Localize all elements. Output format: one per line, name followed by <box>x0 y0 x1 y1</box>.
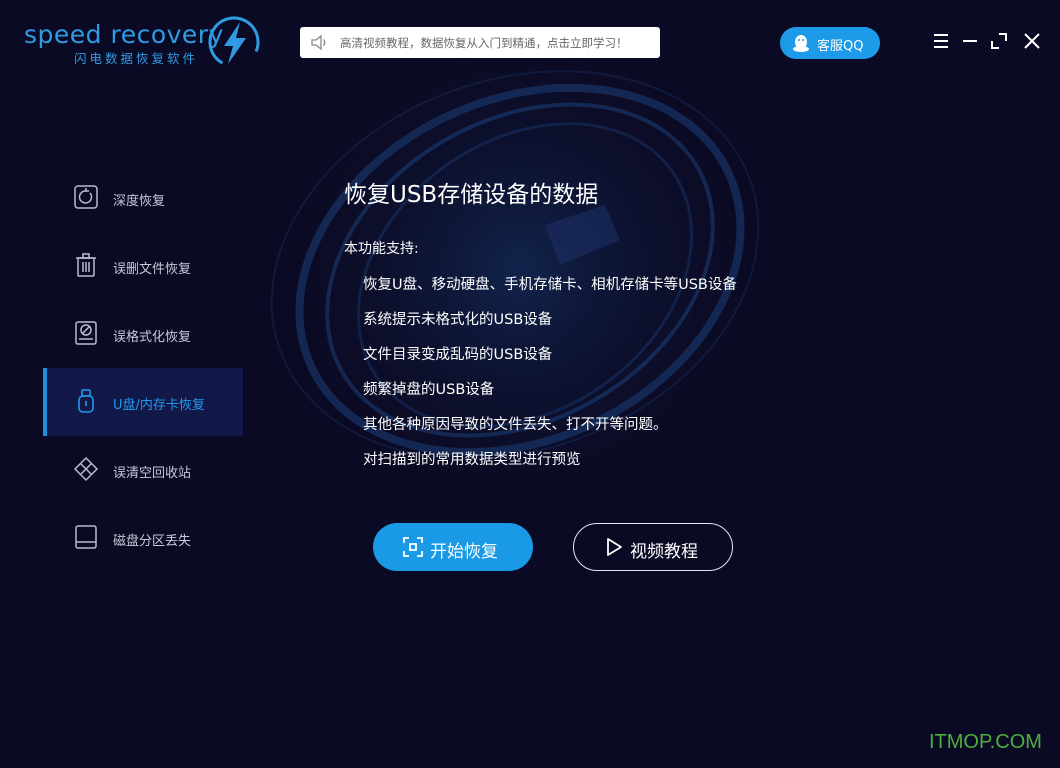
sidebar-item-format-recovery[interactable]: 误格式化恢复 <box>43 300 243 368</box>
notice-bar[interactable]: 高清视频教程，数据恢复从入门到精通，点击立即学习！ <box>300 27 660 58</box>
feature-item: 其他各种原因导致的文件丢失、打不开等问题。 <box>363 417 668 433</box>
support-label: 本功能支持: <box>344 241 419 257</box>
video-tutorial-button[interactable]: 视频教程 <box>573 523 733 571</box>
sidebar-item-recycle-bin-recovery[interactable]: 误清空回收站 <box>43 436 243 504</box>
speaker-icon <box>311 34 326 51</box>
feature-item: 频繁掉盘的USB设备 <box>363 382 495 398</box>
feature-item: 对扫描到的常用数据类型进行预览 <box>363 452 581 468</box>
minimize-icon[interactable] <box>959 30 981 52</box>
sidebar-item-usb-card-recovery[interactable]: U盘/内存卡恢复 <box>43 368 243 436</box>
lightning-bolt-icon <box>208 16 260 68</box>
sidebar-item-deleted-file-recovery[interactable]: 误删文件恢复 <box>43 232 243 300</box>
feature-item: 文件目录变成乱码的USB设备 <box>363 347 553 363</box>
partition-disk-icon <box>75 525 97 549</box>
qq-label: 客服QQ <box>817 39 864 54</box>
close-icon[interactable] <box>1021 30 1043 52</box>
sidebar-item-label: 深度恢复 <box>113 194 166 209</box>
feature-item: 恢复U盘、移动硬盘、手机存储卡、相机存储卡等USB设备 <box>363 277 737 293</box>
formatted-disk-icon <box>75 321 97 345</box>
app-logo: speed recovery 闪电数据恢复软件 <box>24 12 264 72</box>
start-recovery-button[interactable]: 开始恢复 <box>373 523 533 571</box>
feature-item: 系统提示未格式化的USB设备 <box>363 312 553 328</box>
menu-icon[interactable] <box>930 30 952 52</box>
logo-subtitle: 闪电数据恢复软件 <box>74 51 199 66</box>
sidebar-item-label: 误格式化恢复 <box>113 330 192 345</box>
scan-frame-icon <box>403 537 423 557</box>
watermark-text: ITMOP.COM <box>929 731 1042 753</box>
logo-text: speed recovery <box>24 20 224 49</box>
start-recovery-label: 开始恢复 <box>430 542 498 562</box>
qq-penguin-icon <box>793 35 809 52</box>
usb-drive-icon <box>78 389 94 413</box>
play-icon <box>607 538 622 556</box>
sidebar-item-label: 误删文件恢复 <box>113 262 192 277</box>
restore-icon[interactable] <box>988 30 1010 52</box>
page-title: 恢复USB存储设备的数据 <box>344 182 599 208</box>
customer-service-qq-button[interactable]: 客服QQ <box>780 27 880 59</box>
sidebar-item-partition-lost[interactable]: 磁盘分区丢失 <box>43 504 243 572</box>
sidebar-item-label: 误清空回收站 <box>113 466 192 481</box>
sidebar-item-deep-recovery[interactable]: 深度恢复 <box>43 164 243 232</box>
sidebar-item-label: 磁盘分区丢失 <box>113 534 192 549</box>
deep-scan-icon <box>74 185 98 209</box>
trash-icon <box>76 253 96 277</box>
notice-text[interactable]: 高清视频教程，数据恢复从入门到精通，点击立即学习！ <box>340 35 628 51</box>
recycle-bin-icon <box>73 456 99 482</box>
sidebar-item-label: U盘/内存卡恢复 <box>113 398 205 413</box>
video-tutorial-label: 视频教程 <box>630 542 698 562</box>
